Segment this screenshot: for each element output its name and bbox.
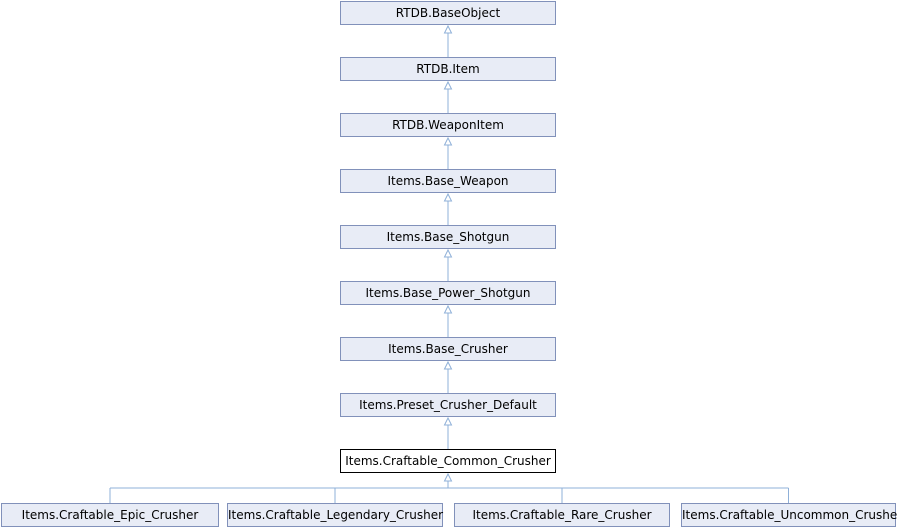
node-items-base-power-shotgun[interactable]: Items.Base_Power_Shotgun <box>340 281 556 305</box>
node-current-class: Items.Craftable_Common_Crusher <box>340 449 556 473</box>
inheritance-diagram: RTDB.BaseObject RTDB.Item RTDB.WeaponIte… <box>0 0 898 528</box>
inheritance-arrowhead <box>443 304 453 314</box>
inheritance-arrowhead <box>443 192 453 202</box>
node-rtdb-weaponitem[interactable]: RTDB.WeaponItem <box>340 113 556 137</box>
node-rtdb-baseobject[interactable]: RTDB.BaseObject <box>340 1 556 25</box>
node-items-preset-crusher-default[interactable]: Items.Preset_Crusher_Default <box>340 393 556 417</box>
node-items-craftable-epic-crusher[interactable]: Items.Craftable_Epic_Crusher <box>1 503 219 527</box>
node-items-base-crusher[interactable]: Items.Base_Crusher <box>340 337 556 361</box>
inheritance-arrowhead <box>443 472 453 482</box>
inheritance-arrowhead <box>443 136 453 146</box>
node-items-craftable-uncommon-crusher[interactable]: Items.Craftable_Uncommon_Crusher <box>681 503 898 527</box>
inheritance-arrowhead <box>443 360 453 370</box>
node-items-craftable-rare-crusher[interactable]: Items.Craftable_Rare_Crusher <box>454 503 670 527</box>
inheritance-arrowhead <box>443 80 453 90</box>
node-rtdb-item[interactable]: RTDB.Item <box>340 57 556 81</box>
inheritance-arrowhead <box>443 24 453 34</box>
inheritance-arrowhead <box>443 248 453 258</box>
node-items-craftable-legendary-crusher[interactable]: Items.Craftable_Legendary_Crusher <box>227 503 443 527</box>
node-items-base-shotgun[interactable]: Items.Base_Shotgun <box>340 225 556 249</box>
inheritance-arrowhead <box>443 416 453 426</box>
node-items-base-weapon[interactable]: Items.Base_Weapon <box>340 169 556 193</box>
